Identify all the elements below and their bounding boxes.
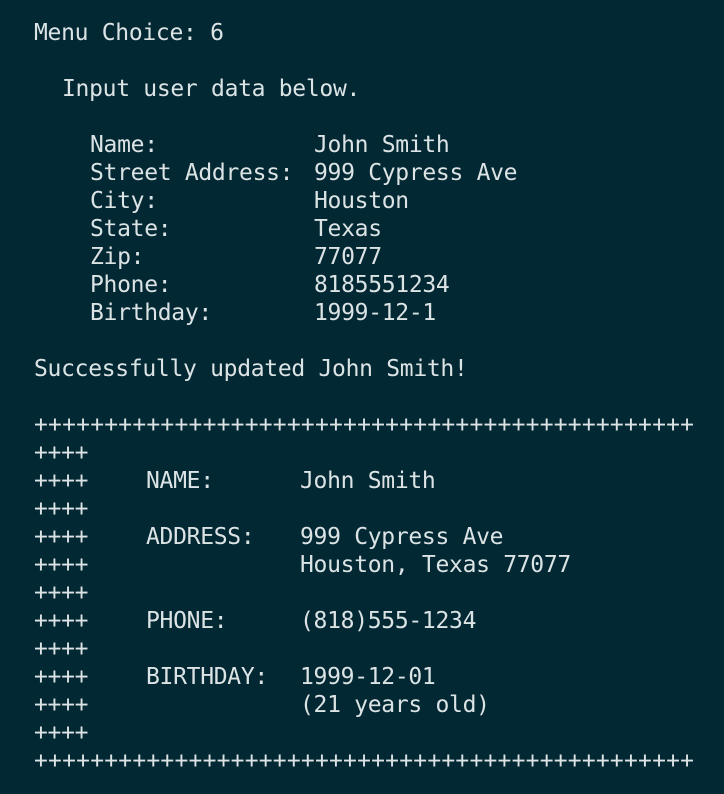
form-value: Houston bbox=[314, 188, 409, 214]
card-prefix: ++++ bbox=[34, 580, 89, 606]
card-prefix: ++++ bbox=[34, 552, 89, 578]
terminal-window: Menu Choice: 6 Input user data below. Na… bbox=[0, 0, 724, 794]
form-value: 8185551234 bbox=[314, 272, 450, 298]
card-border-top: ++++++++++++++++++++++++++++++++++++++++… bbox=[34, 412, 695, 438]
card-row-birthday: ++++ BIRTHDAY: 1999-12-01 bbox=[34, 663, 724, 691]
card-row-address-2: ++++ Houston, Texas 77077 bbox=[34, 551, 724, 579]
card-prefix: ++++ bbox=[34, 440, 89, 466]
form-label: Name: bbox=[90, 132, 158, 158]
menu-choice-line: Menu Choice: 6 bbox=[34, 20, 224, 46]
card-value: 1999-12-01 bbox=[300, 664, 436, 690]
instruction-line: Input user data below. bbox=[62, 76, 361, 102]
card-label: ADDRESS: bbox=[146, 524, 255, 550]
card-row-name: ++++ NAME: John Smith bbox=[34, 467, 724, 495]
card-label: PHONE: bbox=[146, 608, 228, 634]
form-row-birthday: Birthday: 1999-12-1 bbox=[34, 299, 724, 327]
card-row: ++++ bbox=[34, 495, 724, 523]
card-prefix: ++++ bbox=[34, 664, 89, 690]
form-label: State: bbox=[90, 216, 172, 242]
card-value: Houston, Texas 77077 bbox=[300, 552, 571, 578]
form-label: Birthday: bbox=[90, 300, 212, 326]
form-label: City: bbox=[90, 188, 158, 214]
card-prefix: ++++ bbox=[34, 468, 89, 494]
card-label: NAME: bbox=[146, 468, 214, 494]
card-row-age: ++++ (21 years old) bbox=[34, 691, 724, 719]
card-prefix: ++++ bbox=[34, 524, 89, 550]
card-row: ++++ bbox=[34, 579, 724, 607]
card-value: 999 Cypress Ave bbox=[300, 524, 504, 550]
form-label: Zip: bbox=[90, 244, 145, 270]
form-label: Phone: bbox=[90, 272, 172, 298]
user-card: ++++++++++++++++++++++++++++++++++++++++… bbox=[34, 411, 724, 775]
form-value: John Smith bbox=[314, 132, 450, 158]
form-row-phone: Phone: 8185551234 bbox=[34, 271, 724, 299]
card-prefix: ++++ bbox=[34, 608, 89, 634]
card-prefix: ++++ bbox=[34, 496, 89, 522]
form-value: Texas bbox=[314, 216, 382, 242]
card-row-address: ++++ ADDRESS: 999 Cypress Ave bbox=[34, 523, 724, 551]
card-label: BIRTHDAY: bbox=[146, 664, 268, 690]
form-row-zip: Zip: 77077 bbox=[34, 243, 724, 271]
card-border-bottom: ++++++++++++++++++++++++++++++++++++++++… bbox=[34, 748, 695, 774]
card-row: ++++ bbox=[34, 635, 724, 663]
card-prefix: ++++ bbox=[34, 720, 89, 746]
card-value: (818)555-1234 bbox=[300, 608, 477, 634]
form-row-street: Street Address: 999 Cypress Ave bbox=[34, 159, 724, 187]
card-value: (21 years old) bbox=[300, 692, 490, 718]
form-row-city: City: Houston bbox=[34, 187, 724, 215]
form-fields: Name: John Smith Street Address: 999 Cypre… bbox=[34, 131, 724, 327]
form-label: Street Address: bbox=[90, 160, 294, 186]
card-row: ++++ bbox=[34, 719, 724, 747]
card-prefix: ++++ bbox=[34, 692, 89, 718]
form-row-name: Name: John Smith bbox=[34, 131, 724, 159]
success-message: Successfully updated John Smith! bbox=[34, 356, 468, 382]
card-row-phone: ++++ PHONE: (818)555-1234 bbox=[34, 607, 724, 635]
card-prefix: ++++ bbox=[34, 636, 89, 662]
card-row: ++++ bbox=[34, 439, 724, 467]
form-row-state: State: Texas bbox=[34, 215, 724, 243]
form-value: 999 Cypress Ave bbox=[314, 160, 518, 186]
form-value: 1999-12-1 bbox=[314, 300, 436, 326]
card-value: John Smith bbox=[300, 468, 436, 494]
form-value: 77077 bbox=[314, 244, 382, 270]
